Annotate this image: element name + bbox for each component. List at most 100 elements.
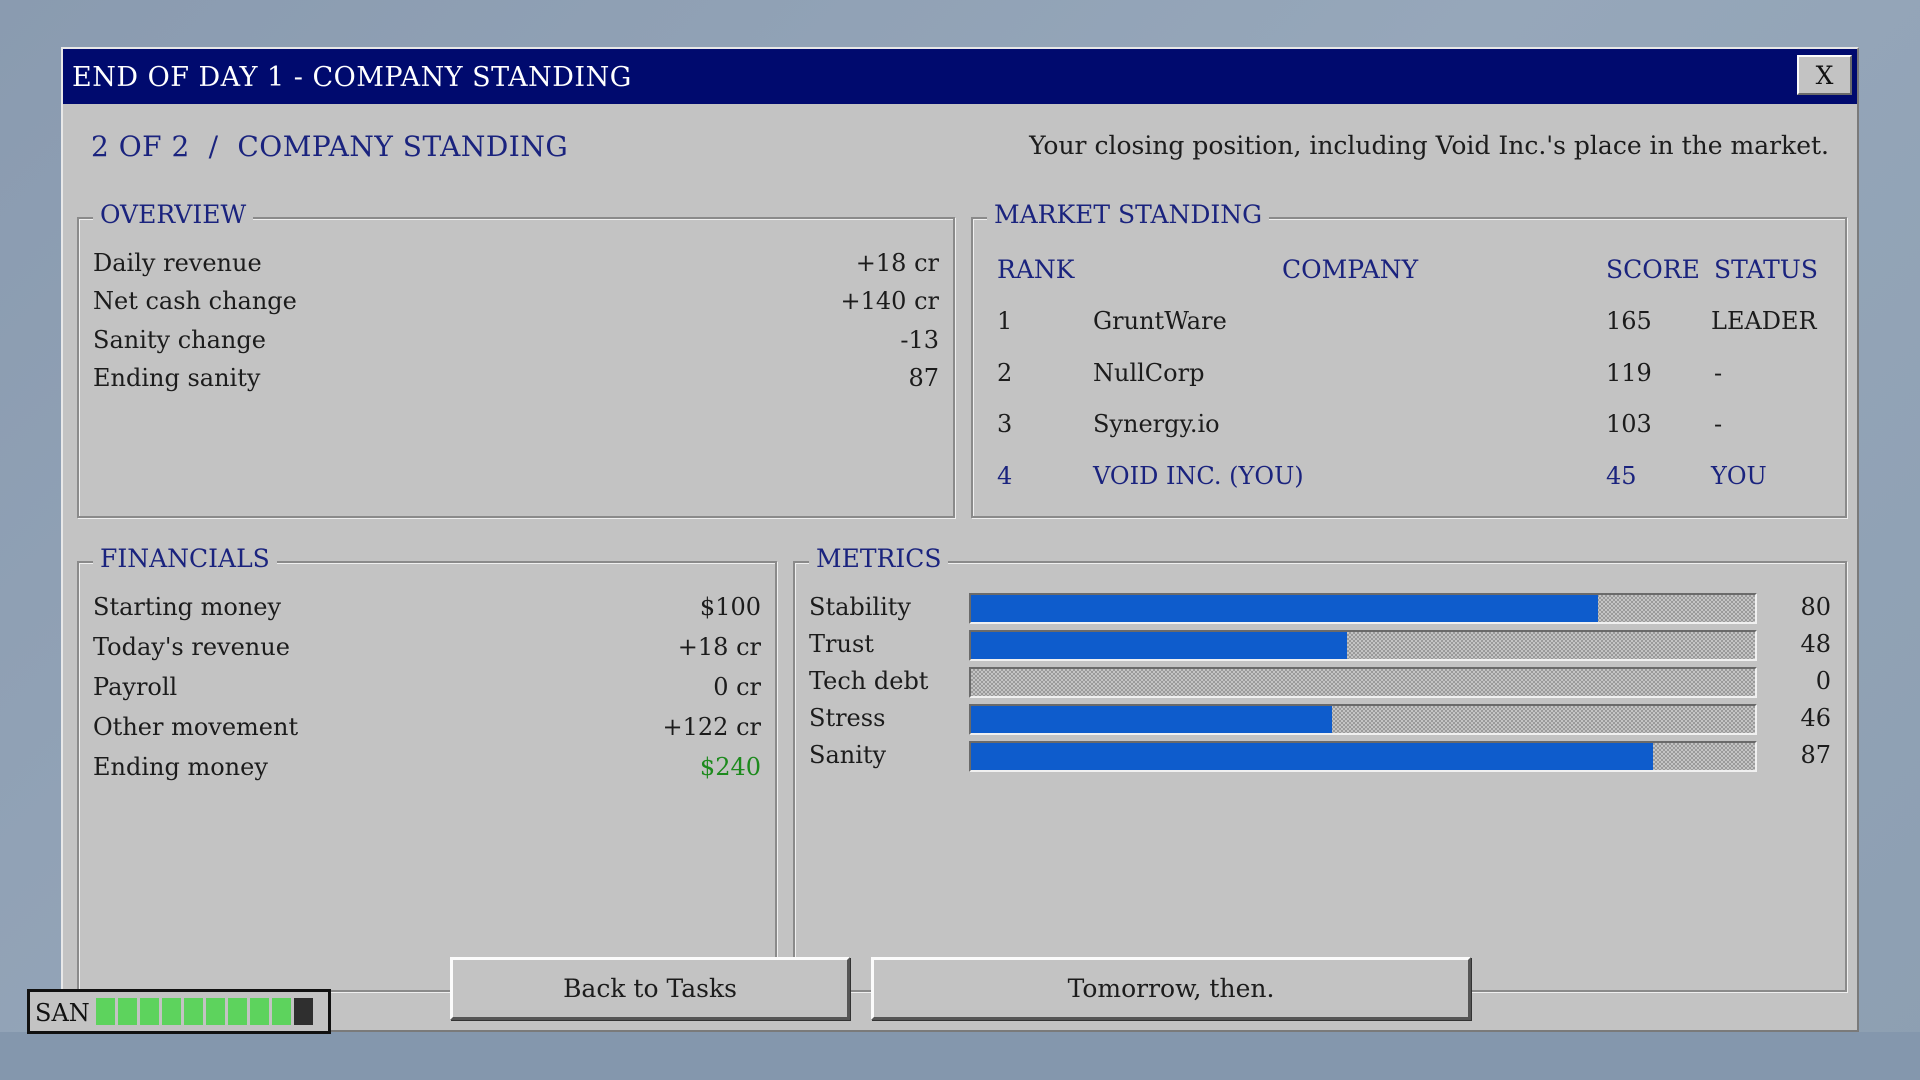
market-standing-panel: MARKET STANDING RANK COMPANY SCORE STATU…: [971, 200, 1847, 518]
sanity-meter-cell: [184, 998, 203, 1025]
financials-label: Ending money: [93, 753, 268, 781]
metric-bar-fill: [971, 743, 1654, 770]
market-row: 3 Synergy.io 103 -: [973, 410, 1845, 440]
overview-legend: OVERVIEW: [93, 200, 254, 229]
dialog-subtitle: Your closing position, including Void In…: [1029, 131, 1829, 160]
financials-value: +18 cr: [677, 633, 761, 661]
rank-cell: 2: [997, 359, 1013, 387]
metric-bar: [969, 704, 1757, 735]
financials-label: Payroll: [93, 673, 178, 701]
metric-row: Trust 48: [809, 630, 1831, 661]
status-header: STATUS: [1714, 255, 1818, 284]
metric-label: Trust: [809, 630, 874, 658]
score-cell: 103: [1606, 410, 1652, 438]
metric-row: Stress 46: [809, 704, 1831, 735]
overview-label: Net cash change: [93, 287, 297, 315]
overview-value: +140 cr: [840, 287, 939, 315]
metric-label: Sanity: [809, 741, 887, 769]
step-indicator: 2 OF 2 / COMPANY STANDING: [91, 130, 569, 163]
market-legend: MARKET STANDING: [987, 200, 1270, 229]
financials-value: 0 cr: [713, 673, 761, 701]
metric-bar-fill: [971, 706, 1332, 733]
financials-value: +122 cr: [662, 713, 761, 741]
financials-panel: FINANCIALS Starting money $100 Today's r…: [77, 544, 777, 992]
metric-value: 48: [1800, 630, 1831, 658]
title-bar: END OF DAY 1 - COMPANY STANDING X: [63, 49, 1857, 104]
status-cell: LEADER: [1711, 307, 1817, 335]
metric-row: Stability 80: [809, 593, 1831, 624]
financials-label: Today's revenue: [93, 633, 290, 661]
company-cell: Synergy.io: [1093, 410, 1220, 438]
financials-legend: FINANCIALS: [93, 544, 277, 573]
market-row-player: 4 VOID INC. (YOU) 45 YOU: [973, 462, 1845, 492]
financials-label: Other movement: [93, 713, 299, 741]
metric-label: Stability: [809, 593, 911, 621]
sanity-meter-cell: [294, 998, 313, 1025]
financials-row: Payroll 0 cr: [93, 673, 761, 703]
overview-value: -13: [900, 326, 939, 354]
status-cell: -: [1714, 359, 1723, 387]
overview-label: Ending sanity: [93, 364, 261, 392]
financials-label: Starting money: [93, 593, 282, 621]
metric-label: Tech debt: [809, 667, 929, 695]
metric-bar-fill: [971, 632, 1348, 659]
sanity-meter-cell: [118, 998, 137, 1025]
metric-value: 87: [1800, 741, 1831, 769]
sanity-meter-cells: [96, 998, 313, 1025]
metric-row: Tech debt 0: [809, 667, 1831, 698]
metric-bar-fill: [971, 595, 1599, 622]
overview-panel: OVERVIEW Daily revenue +18 cr Net cash c…: [77, 200, 955, 518]
overview-row: Sanity change -13: [93, 326, 939, 356]
metrics-legend: METRICS: [809, 544, 949, 573]
tomorrow-button[interactable]: Tomorrow, then.: [871, 957, 1471, 1020]
company-cell: VOID INC. (YOU): [1093, 462, 1304, 490]
sanity-meter-cell: [272, 998, 291, 1025]
ending-money-value: $240: [699, 753, 761, 781]
back-to-tasks-button[interactable]: Back to Tasks: [450, 957, 850, 1020]
end-of-day-dialog: END OF DAY 1 - COMPANY STANDING X 2 OF 2…: [61, 47, 1859, 1032]
company-header: COMPANY: [1282, 255, 1419, 284]
rank-header: RANK: [997, 255, 1075, 284]
rank-cell: 4: [997, 462, 1013, 490]
metric-bar: [969, 630, 1757, 661]
overview-value: 87: [908, 364, 939, 392]
metric-value: 80: [1800, 593, 1831, 621]
overview-row: Daily revenue +18 cr: [93, 249, 939, 279]
close-button[interactable]: X: [1797, 55, 1852, 95]
metric-bar: [969, 741, 1757, 772]
score-cell: 119: [1606, 359, 1652, 387]
score-cell: 45: [1606, 462, 1637, 490]
status-cell: YOU: [1711, 462, 1767, 490]
sanity-meter-cell: [140, 998, 159, 1025]
sanity-meter: SAN: [27, 989, 331, 1034]
score-header: SCORE: [1606, 255, 1700, 284]
sanity-meter-cell: [96, 998, 115, 1025]
dialog-title: END OF DAY 1 - COMPANY STANDING: [72, 62, 632, 93]
overview-row: Net cash change +140 cr: [93, 287, 939, 317]
market-row: 1 GruntWare 165 LEADER: [973, 307, 1845, 337]
sanity-meter-cell: [250, 998, 269, 1025]
financials-row: Starting money $100: [93, 593, 761, 623]
rank-cell: 1: [997, 307, 1013, 335]
financials-row: Other movement +122 cr: [93, 713, 761, 743]
overview-label: Sanity change: [93, 326, 266, 354]
metrics-panel: METRICS Stability 80 Trust 48 Tech debt 0 Stre…: [793, 544, 1847, 992]
sanity-meter-cell: [228, 998, 247, 1025]
sanity-meter-cell: [162, 998, 181, 1025]
metric-bar: [969, 667, 1757, 698]
company-cell: GruntWare: [1093, 307, 1227, 335]
metric-label: Stress: [809, 704, 886, 732]
metric-value: 0: [1815, 667, 1831, 695]
overview-value: +18 cr: [855, 249, 939, 277]
metric-row: Sanity 87: [809, 741, 1831, 772]
rank-cell: 3: [997, 410, 1013, 438]
overview-label: Daily revenue: [93, 249, 262, 277]
company-cell: NullCorp: [1093, 359, 1205, 387]
metric-value: 46: [1800, 704, 1831, 732]
sanity-meter-label: SAN: [35, 999, 90, 1027]
score-cell: 165: [1606, 307, 1652, 335]
market-row: 2 NullCorp 119 -: [973, 359, 1845, 389]
background-strip: [0, 1032, 1920, 1080]
status-cell: -: [1714, 410, 1723, 438]
overview-row: Ending sanity 87: [93, 364, 939, 394]
